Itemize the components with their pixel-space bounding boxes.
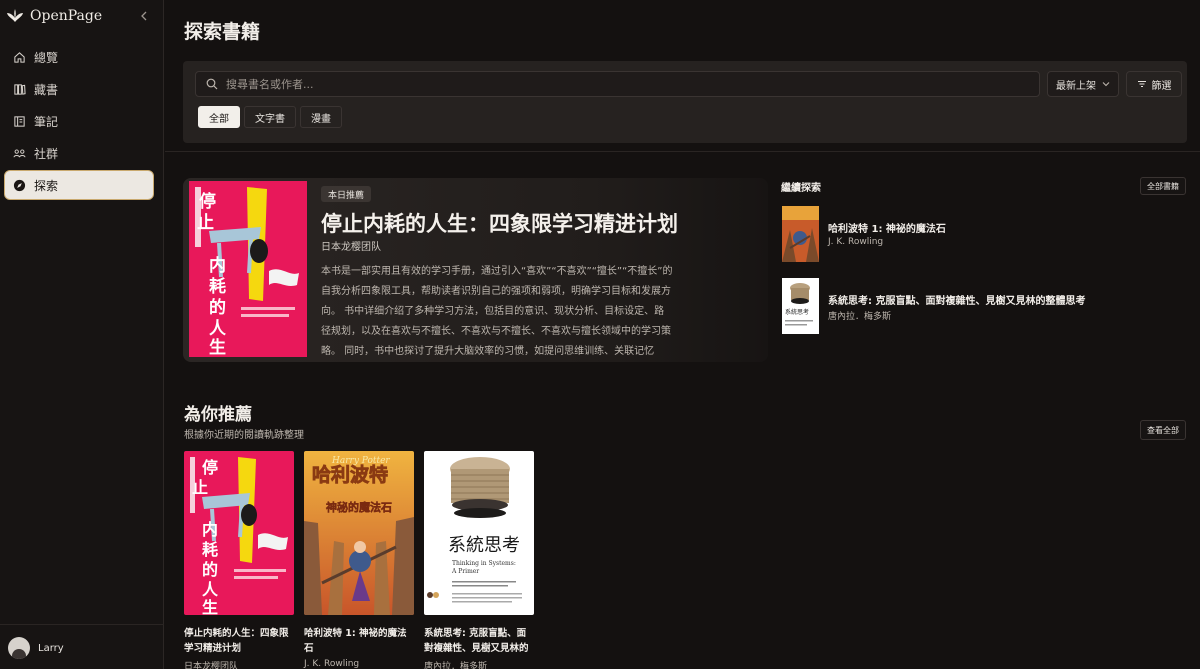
continue-item-author: 唐內拉．梅多斯 xyxy=(828,312,892,322)
featured-author: 日本龙樱团队 xyxy=(321,242,381,253)
cover-text: 生 xyxy=(202,598,218,615)
recommend-subtitle: 根據你近期的閱讀軌跡整理 xyxy=(184,430,304,441)
cover-text: 的 xyxy=(202,560,218,579)
book-title: 停止内耗的人生：四象限学习精进计划 xyxy=(184,628,289,654)
sidebar-item-explore[interactable]: 探索 xyxy=(4,170,154,200)
cover-text: 哈利波特 xyxy=(312,463,388,486)
sidebar-item-overview[interactable]: 總覽 xyxy=(4,42,154,72)
filter-button[interactable]: 篩選 xyxy=(1126,71,1182,97)
sidebar-item-library[interactable]: 藏書 xyxy=(4,74,154,104)
user-name: Larry xyxy=(38,642,64,654)
main-content: 探索書籍 最新上架 篩選 全部 文字書 漫畫 停 xyxy=(165,0,1200,669)
chip-text-books[interactable]: 文字書 xyxy=(244,106,296,128)
continue-item-title: 哈利波特 1: 神祕的魔法石 xyxy=(828,224,946,235)
library-icon xyxy=(14,83,26,95)
book-card[interactable]: 系統思考 Thinking in Systems: A Primer 系統思考:… xyxy=(424,451,534,669)
cover-text: 止 xyxy=(192,478,208,497)
openpage-logo-icon xyxy=(7,9,23,22)
community-icon xyxy=(13,149,26,157)
cover-text: 系統思考 xyxy=(785,308,809,316)
featured-book-card[interactable]: 停 止 内 耗 的 人 生 本日推薦 停止内耗的人生：四象限学习精进计划 日本龙… xyxy=(183,178,768,362)
cover-text: A Primer xyxy=(451,568,479,575)
book-author: 日本龙樱团队 xyxy=(184,662,239,669)
sort-selected-value: 最新上架 xyxy=(1056,80,1096,92)
search-bar[interactable] xyxy=(195,71,1040,97)
recommend-title: 為你推薦 xyxy=(184,405,252,425)
notes-icon xyxy=(14,115,25,127)
book-title: 系統思考: 克服盲點、面對複雜性、見樹又見林的整體思考 xyxy=(424,628,529,654)
chip-all[interactable]: 全部 xyxy=(198,106,240,128)
sidebar-item-community[interactable]: 社群 xyxy=(4,138,154,168)
compass-icon xyxy=(13,179,26,191)
book-card[interactable]: 停 止 内 耗 的 人 生 停止内耗的人生：四象限学习精进计划 日本龙樱团队 xyxy=(184,451,294,669)
book-card[interactable]: Harry Potter 哈利波特 神秘的魔法石 哈利波特 1: 神祕的魔法石 … xyxy=(304,451,414,669)
home-icon xyxy=(14,51,25,63)
sort-select[interactable]: 最新上架 xyxy=(1047,71,1119,97)
cover-text: 停 xyxy=(199,191,216,212)
chip-comics[interactable]: 漫畫 xyxy=(300,106,342,128)
book-cover: 停 止 内 耗 的 人 生 xyxy=(184,451,294,617)
user-profile[interactable]: Larry xyxy=(8,637,64,659)
cover-text: 人 xyxy=(209,319,227,339)
cover-text: 人 xyxy=(202,580,219,599)
cover-text: 停 xyxy=(202,458,218,477)
book-thumbnail: 系統思考 xyxy=(782,278,819,334)
cover-text: 耗 xyxy=(209,276,226,297)
sidebar: OpenPage 總覽 藏書 筆記 社群 探索 Larry xyxy=(0,0,164,669)
book-title: 哈利波特 1: 神祕的魔法石 xyxy=(304,628,407,654)
sidebar-item-label: 總覽 xyxy=(34,50,59,65)
sidebar-item-label: 筆記 xyxy=(34,114,59,129)
chevron-down-icon xyxy=(1102,82,1110,87)
app-name: OpenPage xyxy=(30,8,103,24)
book-cover: 系統思考 Thinking in Systems: A Primer xyxy=(424,451,534,615)
sidebar-item-label: 探索 xyxy=(34,178,59,193)
filter-icon xyxy=(1137,80,1146,88)
featured-badge: 本日推薦 xyxy=(321,186,372,202)
continue-item[interactable]: 系統思考 系統思考: 克服盲點、面對複雜性、見樹又見林的整體思考 唐內拉．梅多斯 xyxy=(781,278,1181,336)
cover-text: 的 xyxy=(209,297,226,318)
view-all-button[interactable]: 查看全部 xyxy=(1140,420,1186,440)
cover-text: 系統思考 xyxy=(448,535,520,556)
continue-item[interactable]: 哈利波特 1: 神祕的魔法石 J. K. Rowling xyxy=(781,206,1181,264)
book-thumbnail xyxy=(782,206,819,262)
page-title: 探索書籍 xyxy=(184,21,261,43)
cover-text: 内 xyxy=(202,520,218,539)
search-icon xyxy=(206,78,218,90)
cover-text: 止 xyxy=(197,212,214,233)
book-cover: Harry Potter 哈利波特 神秘的魔法石 xyxy=(304,451,414,615)
filter-label: 篩選 xyxy=(1151,80,1172,92)
all-books-button[interactable]: 全部書籍 xyxy=(1140,177,1186,195)
featured-description: 本书是一部实用且有效的学习手册，通过引入“喜欢”“不喜欢”“擅长”“不擅长”的自… xyxy=(321,266,673,357)
continue-item-title: 系統思考: 克服盲點、面對複雜性、見樹又見林的整體思考 xyxy=(828,296,1086,307)
sidebar-item-notes[interactable]: 筆記 xyxy=(4,106,154,136)
cover-text: 耗 xyxy=(202,540,218,559)
collapse-sidebar-icon[interactable] xyxy=(137,9,151,23)
category-chips: 全部 文字書 漫畫 xyxy=(198,106,342,128)
featured-title[interactable]: 停止内耗的人生：四象限学习精进计划 xyxy=(321,208,678,238)
sidebar-item-label: 藏書 xyxy=(34,82,59,97)
continue-exploring-title: 繼續探索 xyxy=(781,183,821,194)
filter-panel: 最新上架 篩選 全部 文字書 漫畫 xyxy=(183,61,1187,143)
featured-book-cover[interactable]: 停 止 内 耗 的 人 生 xyxy=(189,181,307,357)
search-input[interactable] xyxy=(226,77,1006,91)
divider xyxy=(0,624,164,625)
cover-text: 生 xyxy=(209,337,226,357)
continue-item-author: J. K. Rowling xyxy=(828,237,884,247)
avatar xyxy=(8,637,30,659)
cover-text: 神秘的魔法石 xyxy=(326,500,392,514)
book-author: 唐內拉．梅多斯 xyxy=(424,662,488,669)
brand[interactable]: OpenPage xyxy=(6,8,102,24)
sidebar-item-label: 社群 xyxy=(34,146,59,161)
book-author: J. K. Rowling xyxy=(304,659,360,669)
sidebar-nav: 總覽 藏書 筆記 社群 探索 xyxy=(4,42,154,202)
cover-text: 内 xyxy=(209,255,226,276)
cover-text: Thinking in Systems: xyxy=(452,560,516,567)
section-divider xyxy=(165,151,1200,152)
